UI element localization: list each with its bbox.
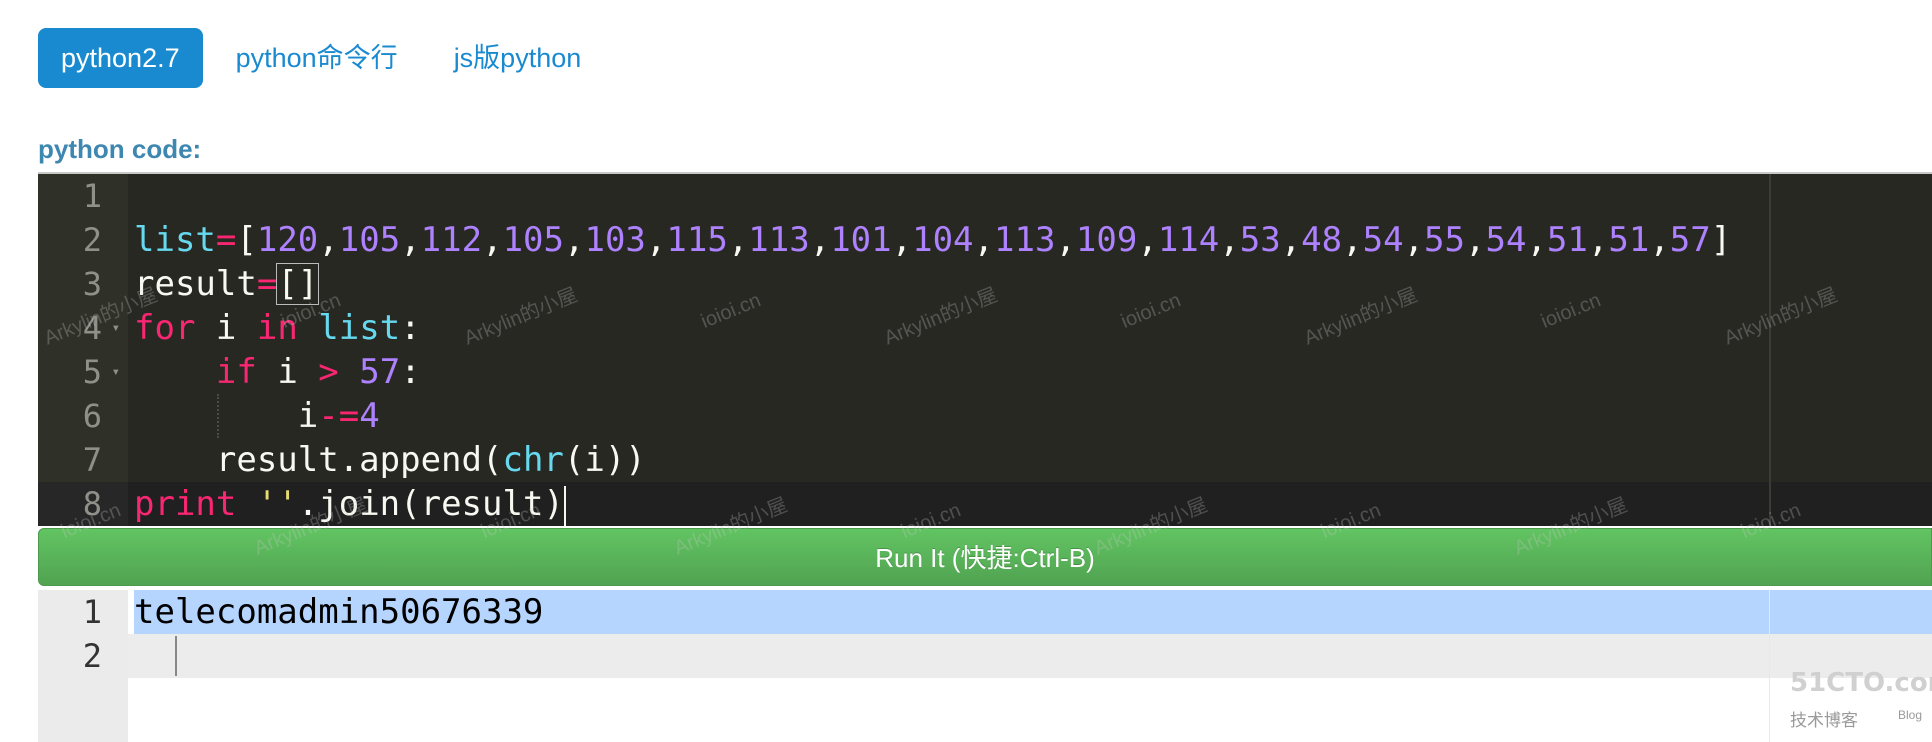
output-line-1: telecomadmin50676339 bbox=[134, 592, 544, 632]
line-number: 1 bbox=[82, 177, 102, 215]
list-number: 101 bbox=[830, 220, 892, 260]
list-number: 109 bbox=[1075, 220, 1138, 260]
code-line-8: print ''.join(result) bbox=[134, 484, 566, 526]
code-line-4: for i in list: bbox=[134, 308, 421, 348]
output-editor[interactable]: 1 2 telecomadmin50676339 bbox=[38, 590, 1932, 742]
output-line-number: 2 bbox=[82, 637, 102, 675]
output-print-margin bbox=[1769, 590, 1770, 742]
tab-js-python[interactable]: js版python bbox=[431, 28, 605, 88]
code-editor[interactable]: 1 2 3 4 ▾ 5 ▾ 6 7 8 list=[120,105,112,105,… bbox=[38, 172, 1932, 526]
tab-python-cli[interactable]: python命令行 bbox=[213, 28, 421, 88]
output-cursor bbox=[175, 636, 177, 676]
line-number: 3 bbox=[82, 265, 102, 303]
list-number: 104 bbox=[912, 220, 974, 260]
list-number: 113 bbox=[748, 220, 810, 260]
list-number: 112 bbox=[420, 220, 483, 260]
code-section-label: python code: bbox=[38, 134, 202, 164]
code-line-5: if i > 57: bbox=[215, 352, 421, 392]
run-button[interactable]: Run It (快捷:Ctrl-B) bbox=[38, 528, 1932, 586]
code-line-3: result=[] bbox=[134, 263, 320, 305]
fold-arrow-icon[interactable]: ▾ bbox=[112, 306, 120, 350]
fold-arrow-icon[interactable]: ▾ bbox=[112, 350, 120, 394]
text-cursor bbox=[563, 485, 566, 526]
list-number: 113 bbox=[994, 220, 1056, 260]
line-number: 4 ▾ bbox=[38, 306, 128, 350]
list-number: 105 bbox=[502, 220, 564, 260]
line-number: 8 bbox=[82, 485, 102, 523]
list-number: 53 bbox=[1239, 220, 1281, 260]
list-number: 115 bbox=[666, 220, 728, 260]
tab-python27[interactable]: python2.7 bbox=[38, 28, 203, 88]
list-number: 120 bbox=[256, 220, 319, 260]
list-number: 48 bbox=[1301, 220, 1343, 260]
code-line-6: i-=4 bbox=[297, 396, 380, 436]
list-number: 51 bbox=[1608, 220, 1650, 260]
list-number: 105 bbox=[338, 220, 401, 260]
blog-logo: 51CTO.com 技术博客 Blog bbox=[1790, 668, 1932, 730]
output-line-number: 1 bbox=[82, 593, 102, 631]
line-number: 5 ▾ bbox=[38, 350, 128, 394]
list-number: 55 bbox=[1424, 220, 1465, 260]
line-number: 2 bbox=[82, 221, 102, 259]
line-number: 7 bbox=[82, 441, 102, 479]
list-number: 103 bbox=[584, 220, 646, 260]
list-number: 51 bbox=[1546, 220, 1588, 260]
code-line-2: list=[120,105,112,105,103,115,113,101,10… bbox=[134, 220, 1732, 260]
list-number: 54 bbox=[1485, 220, 1527, 260]
list-number: 114 bbox=[1157, 220, 1220, 260]
interpreter-tabs: python2.7 python命令行 js版python bbox=[38, 28, 614, 88]
code-line-7: result.append(chr(i)) bbox=[215, 440, 646, 480]
list-number: 57 bbox=[1669, 220, 1711, 260]
print-margin bbox=[1769, 174, 1771, 526]
line-number: 6 bbox=[82, 397, 102, 435]
list-literal: 120,105,112,105,103,115,113,101,104,113,… bbox=[256, 220, 1711, 260]
output-active-line bbox=[128, 634, 1932, 678]
list-number: 54 bbox=[1362, 220, 1404, 260]
